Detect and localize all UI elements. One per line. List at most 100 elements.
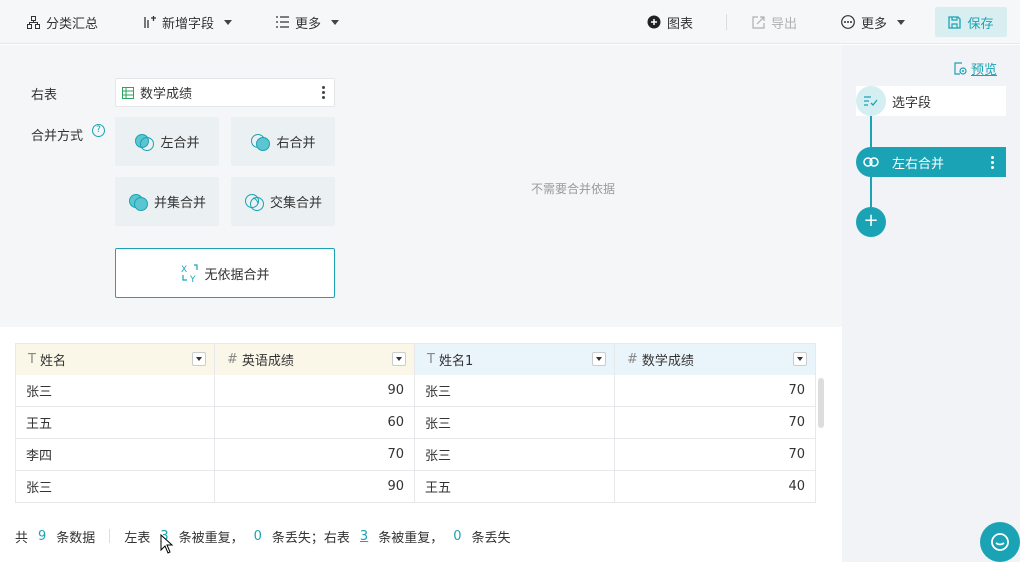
no-basis-merge-label: 无依据合并: [204, 267, 270, 283]
export-icon: [752, 15, 765, 29]
intersect-merge-icon: [244, 193, 264, 211]
table-cell: 张三: [415, 375, 615, 406]
summary-text: 条数据: [56, 530, 96, 546]
right-table-label: 右表: [31, 88, 58, 103]
add-field-label: 新增字段: [162, 16, 215, 32]
node-merge-label: 左右合并: [892, 156, 945, 172]
table-cell: 40: [788, 479, 805, 494]
toolbar: 分类汇总 新增字段 更多 图表 导出 更多 保存: [0, 0, 1020, 44]
column-header[interactable]: T 姓名: [16, 344, 215, 375]
add-field-button[interactable]: 新增字段: [143, 0, 233, 44]
left-merge-label: 左合并: [160, 136, 200, 151]
left-merge-icon: [135, 133, 155, 151]
merge-config-panel: 右表 数学成绩 合并方式 ? 左合并 右合并 并集合并 交集合并 XY 无依据合…: [0, 45, 842, 327]
right-merge-option[interactable]: 右合并: [231, 117, 335, 166]
flow-node-lr-merge[interactable]: 左右合并: [856, 147, 1006, 177]
table-cell: 张三: [16, 471, 215, 502]
support-chat-button[interactable]: [980, 522, 1020, 562]
left-merge-option[interactable]: 左合并: [115, 117, 219, 166]
table-cell: 王五: [16, 407, 215, 438]
column-dropdown-icon[interactable]: [392, 352, 406, 366]
table-row: 王五 60 张三 70: [16, 407, 815, 439]
right-table-value: 数学成绩: [140, 87, 193, 102]
add-field-icon: [144, 15, 156, 28]
text-type-icon: T: [28, 352, 36, 367]
no-basis-hint: 不需要合并依据: [531, 182, 616, 196]
save-button[interactable]: 保存: [935, 7, 1007, 37]
group-summary-label: 分类汇总: [46, 16, 99, 32]
column-header[interactable]: # 数学成绩: [615, 344, 815, 375]
table-cell: 张三: [415, 407, 615, 438]
divider: [726, 14, 727, 30]
save-label: 保存: [967, 16, 994, 32]
table-cell: 张三: [415, 439, 615, 470]
table-cell: 70: [215, 439, 415, 470]
right-table-select[interactable]: 数学成绩: [115, 78, 335, 107]
text-type-icon: T: [427, 352, 435, 367]
more-circle-icon: [841, 15, 855, 29]
column-dropdown-icon[interactable]: [192, 352, 206, 366]
preview-doc-icon: [954, 62, 967, 75]
more-menu-left[interactable]: 更多: [276, 0, 340, 44]
column-name: 数学成绩: [641, 354, 694, 369]
flow-node-select-fields[interactable]: 选字段: [856, 86, 1006, 116]
intersect-merge-label: 交集合并: [269, 196, 322, 211]
table-cell: 李四: [16, 439, 215, 470]
table-cell: 90: [215, 471, 415, 502]
summary-text: 条丢失；右表: [271, 530, 350, 546]
table-row: 李四 70 张三 70: [16, 439, 815, 471]
kebab-menu-icon[interactable]: [322, 86, 326, 101]
summary-text: 条被重复，: [378, 530, 444, 546]
union-merge-option[interactable]: 并集合并: [115, 177, 219, 226]
column-dropdown-icon[interactable]: [793, 352, 807, 366]
column-name: 姓名: [39, 354, 66, 369]
svg-text:Y: Y: [189, 275, 196, 283]
chevron-down-icon: [331, 19, 340, 25]
table-header: T 姓名 # 英语成绩 T 姓名1 # 数学成绩: [16, 344, 815, 375]
export-button[interactable]: 导出: [752, 0, 797, 44]
svg-text:X: X: [181, 265, 187, 275]
table-cell: 60: [215, 407, 415, 438]
no-basis-merge-option[interactable]: XY 无依据合并: [115, 248, 335, 298]
export-label: 导出: [771, 16, 798, 32]
chart-button[interactable]: 图表: [647, 0, 693, 44]
flow-panel: 预览 选字段 左右合并 +: [842, 45, 1020, 562]
summary-text: 左表: [124, 530, 151, 546]
column-header[interactable]: # 英语成绩: [215, 344, 415, 375]
xy-swap-icon: XY: [181, 264, 199, 283]
kebab-menu-icon[interactable]: [991, 156, 994, 171]
number-type-icon: #: [227, 352, 238, 367]
chart-label: 图表: [667, 16, 694, 32]
union-merge-label: 并集合并: [153, 196, 206, 211]
right-dup-count-link[interactable]: 3: [360, 529, 368, 544]
save-icon: [948, 15, 962, 29]
preview-link[interactable]: 预览: [954, 59, 997, 78]
flow-connector: [870, 116, 872, 147]
table-cell: 70: [788, 383, 805, 398]
chat-bubble-icon: [991, 533, 1009, 551]
result-table: T 姓名 # 英语成绩 T 姓名1 # 数学成绩 张三 90 张三 70 王五 …: [15, 343, 816, 503]
right-merge-icon: [251, 133, 271, 151]
table-scrollbar[interactable]: [818, 378, 824, 428]
column-header[interactable]: T 姓名1: [415, 344, 615, 375]
table-row: 张三 90 张三 70: [16, 375, 815, 407]
group-summary-button[interactable]: 分类汇总: [27, 0, 98, 44]
help-icon[interactable]: ?: [92, 124, 105, 137]
left-lost-count: 0: [253, 528, 262, 544]
link-circles-icon: [863, 157, 879, 167]
node-select-label: 选字段: [892, 95, 932, 111]
total-count: 9: [38, 528, 47, 544]
table-cell: 张三: [16, 375, 215, 406]
union-merge-icon: [128, 193, 148, 211]
flow-connector: [870, 177, 872, 207]
more-menu-right[interactable]: 更多: [841, 0, 906, 44]
table-cell: 90: [215, 375, 415, 406]
add-node-button[interactable]: +: [856, 207, 886, 237]
intersect-merge-option[interactable]: 交集合并: [231, 177, 335, 226]
table-cell: 王五: [415, 471, 615, 502]
select-fields-icon-wrap: [856, 86, 886, 116]
more-right-label: 更多: [861, 16, 888, 32]
column-dropdown-icon[interactable]: [592, 352, 606, 366]
preview-label: 预览: [971, 63, 998, 78]
right-merge-label: 右合并: [276, 136, 316, 151]
